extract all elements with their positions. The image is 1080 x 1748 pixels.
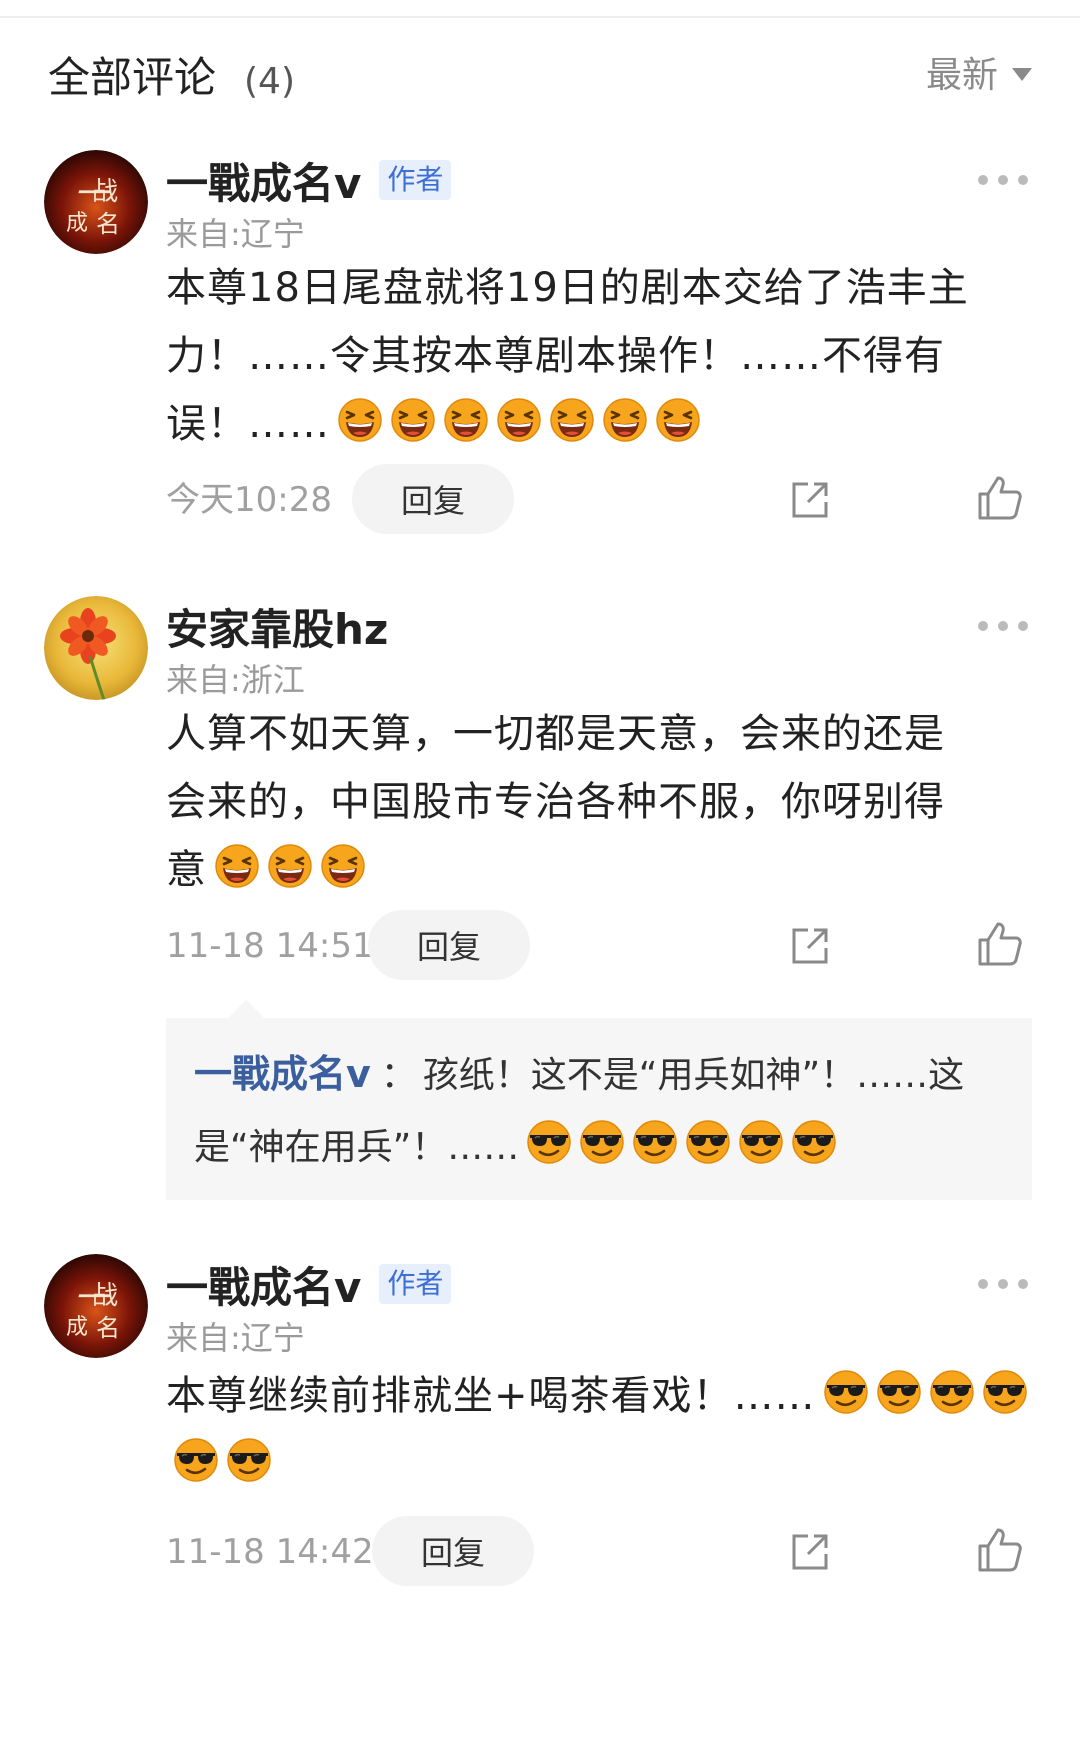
comment-text-line-with-emoji: 误！…… (166, 390, 1036, 458)
location: 来自:辽宁 (166, 215, 305, 253)
top-divider (0, 16, 1080, 18)
sub-reply-pointer (228, 1000, 264, 1018)
location: 来自:浙江 (166, 661, 305, 699)
sub-reply-text: 孩纸！这不是“用兵如神”！……这 (422, 1055, 965, 1096)
comment-item: 安家靠股hz 来自:浙江 人算不如天算，一切都是天意，会来的还是 会来的，中国股… (0, 596, 1080, 1216)
sort-label: 最新 (925, 55, 998, 96)
share-icon[interactable] (788, 924, 832, 968)
timestamp: 今天10:28 (166, 480, 332, 520)
svg-text:名: 名 (96, 1314, 120, 1342)
laughing-emoji (602, 396, 648, 442)
username[interactable]: 一戰成名v (166, 1254, 361, 1315)
more-icon[interactable] (978, 170, 1028, 190)
comment-text: 本尊继续前排就坐+喝茶看戏！…… (166, 1362, 1036, 1498)
like-icon[interactable] (976, 920, 1024, 968)
username[interactable]: 安家靠股hz (166, 596, 388, 657)
author-badge: 作者 (379, 160, 452, 200)
comment-text: 人算不如天算，一切都是天意，会来的还是 会来的，中国股市专治各种不服，你呀别得 … (166, 700, 1036, 904)
sub-reply-username[interactable]: 一戰成名v (194, 1052, 371, 1096)
comment-text-line: 本尊继续前排就坐+喝茶看戏！…… (166, 1373, 816, 1419)
svg-text:成: 成 (66, 211, 88, 236)
like-icon[interactable] (976, 1526, 1024, 1574)
sunglasses-emoji (579, 1118, 625, 1164)
comment-text-line: 误！…… (166, 401, 330, 447)
laughing-emoji (443, 396, 489, 442)
laughing-emoji (214, 842, 260, 888)
caret-down-icon (1012, 67, 1032, 81)
comment-item: 一 战 成 名 一戰成名v 作者 来自:辽宁 本尊18日尾盘就将19日的剧本交给… (0, 150, 1080, 540)
laughing-emoji (337, 396, 383, 442)
comment-item: 一 战 成 名 一戰成名v 作者 来自:辽宁 本尊继续前排就坐+喝茶看戏！…… … (0, 1254, 1080, 1654)
laughing-emoji (655, 396, 701, 442)
like-icon[interactable] (976, 474, 1024, 522)
comments-header: 全部评论 (4) 最新 (0, 40, 1080, 120)
avatar[interactable]: 一 战 成 名 (44, 1254, 148, 1358)
comment-header: 一戰成名v 作者 (166, 150, 452, 211)
comment-text: 本尊18日尾盘就将19日的剧本交给了浩丰主 力！……令其按本尊剧本操作！……不得… (166, 254, 1036, 458)
share-icon[interactable] (788, 478, 832, 522)
comment-header: 一戰成名v 作者 (166, 1254, 452, 1315)
reply-button[interactable]: 回复 (372, 1516, 534, 1586)
svg-text:战: 战 (92, 177, 118, 207)
avatar[interactable] (44, 596, 148, 700)
comment-text-line-with-emoji: 意 (166, 836, 1036, 904)
sub-reply-separator: ： (380, 1055, 417, 1096)
sub-reply[interactable]: 一戰成名v：孩纸！这不是“用兵如神”！……这是“神在用兵”！…… (166, 1018, 1032, 1200)
author-badge: 作者 (379, 1264, 452, 1304)
sunglasses-emoji (982, 1368, 1028, 1414)
laughing-emoji (320, 842, 366, 888)
share-icon[interactable] (788, 1530, 832, 1574)
more-icon[interactable] (978, 616, 1028, 636)
reply-button[interactable]: 回复 (352, 464, 514, 534)
sunglasses-emoji (791, 1118, 837, 1164)
comment-text-line-with-emoji: 本尊继续前排就坐+喝茶看戏！…… (166, 1362, 1036, 1498)
svg-text:成: 成 (66, 1315, 88, 1340)
comment-header: 安家靠股hz (166, 596, 388, 656)
sunglasses-emoji (823, 1368, 869, 1414)
laughing-emoji (549, 396, 595, 442)
sunglasses-emoji (632, 1118, 678, 1164)
sort-dropdown[interactable]: 最新 (926, 42, 1032, 102)
comment-text-line: 力！……令其按本尊剧本操作！……不得有 (166, 333, 945, 379)
sunglasses-emoji (929, 1368, 975, 1414)
sunglasses-emoji (685, 1118, 731, 1164)
reply-button[interactable]: 回复 (368, 910, 530, 980)
comment-footer: 今天10:28 回复 (166, 464, 1036, 536)
comment-text-line: 人算不如天算，一切都是天意，会来的还是 (166, 711, 945, 757)
location: 来自:辽宁 (166, 1319, 305, 1357)
laughing-emoji (496, 396, 542, 442)
comment-text-line: 本尊18日尾盘就将19日的剧本交给了浩丰主 (166, 265, 969, 311)
timestamp: 11-18 14:51 (166, 926, 374, 966)
sunglasses-emoji (738, 1118, 784, 1164)
more-icon[interactable] (978, 1274, 1028, 1294)
laughing-emoji (267, 842, 313, 888)
sunglasses-emoji (876, 1368, 922, 1414)
avatar[interactable]: 一 战 成 名 (44, 150, 148, 254)
svg-text:战: 战 (92, 1281, 118, 1311)
comment-footer: 11-18 14:42 回复 (166, 1516, 1036, 1588)
sunglasses-emoji (226, 1436, 272, 1482)
username[interactable]: 一戰成名v (166, 150, 361, 211)
sunglasses-emoji (173, 1436, 219, 1482)
sunglasses-emoji (526, 1118, 572, 1164)
laughing-emoji (390, 396, 436, 442)
comments-count: (4) (244, 61, 295, 102)
comment-text-line: 意 (166, 847, 207, 893)
comment-footer: 11-18 14:51 回复 (166, 910, 1036, 982)
comments-title: 全部评论 (48, 53, 217, 102)
comment-text-line: 会来的，中国股市专治各种不服，你呀别得 (166, 779, 945, 825)
svg-text:名: 名 (96, 210, 120, 238)
timestamp: 11-18 14:42 (166, 1532, 374, 1572)
sub-reply-text: 是“神在用兵”！…… (194, 1127, 520, 1168)
